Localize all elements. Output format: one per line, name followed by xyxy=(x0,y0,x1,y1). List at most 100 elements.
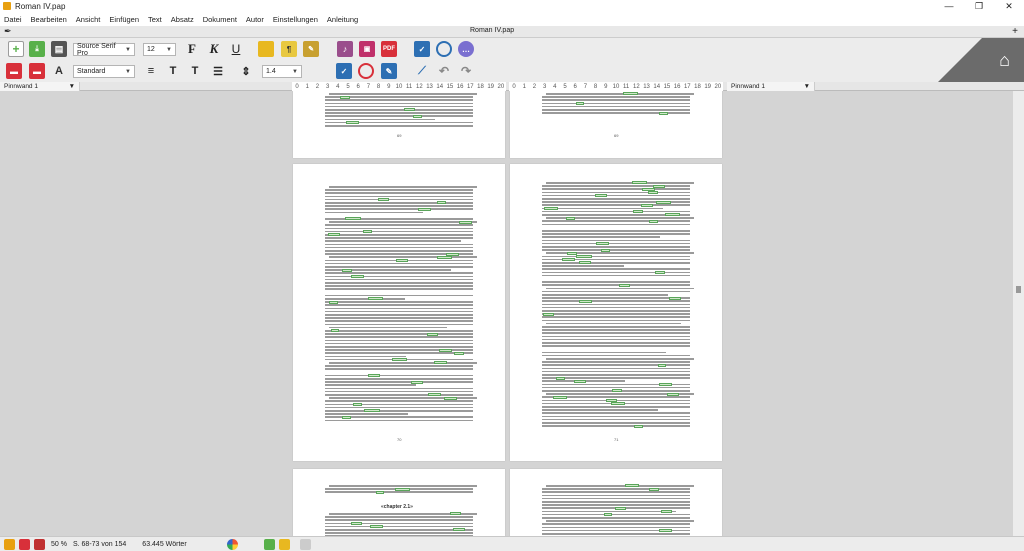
highlight-mark[interactable] xyxy=(562,258,576,262)
quill-icon[interactable]: ✒ xyxy=(4,26,12,37)
paragraph-style-select[interactable]: Standard ▼ xyxy=(73,65,135,78)
page-middle-left[interactable]: 70 xyxy=(293,164,505,461)
highlight-mark[interactable] xyxy=(542,312,555,316)
menu-einfuegen[interactable]: Einfügen xyxy=(109,15,139,24)
pinnwand-left[interactable]: Pinnwand 1 ▼ xyxy=(0,82,80,91)
music-note-icon[interactable]: ♪ xyxy=(337,41,353,57)
search-icon[interactable] xyxy=(436,41,452,57)
close-button[interactable]: ✕ xyxy=(994,0,1024,12)
align-icon[interactable]: ☰ xyxy=(210,63,226,79)
undo-icon[interactable]: ↶ xyxy=(436,63,452,79)
page-top-right[interactable]: 69 xyxy=(510,91,722,158)
document-status-icon[interactable] xyxy=(19,538,30,550)
highlight-mark[interactable] xyxy=(351,521,362,525)
highlight-mark[interactable] xyxy=(403,108,416,112)
highlight-mark[interactable] xyxy=(625,484,639,488)
vertical-scrollbar[interactable] xyxy=(1013,91,1024,536)
highlight-mark[interactable] xyxy=(434,361,448,365)
highlight-mark[interactable] xyxy=(328,233,340,237)
highlight-mark[interactable] xyxy=(573,379,586,383)
menu-autor[interactable]: Autor xyxy=(246,15,264,24)
highlight-mark[interactable] xyxy=(555,376,565,380)
highlight-mark[interactable] xyxy=(342,268,352,272)
line-spacing-select[interactable]: 1.4 ▼ xyxy=(262,65,302,78)
highlight-mark[interactable] xyxy=(649,219,659,223)
highlight-mark[interactable] xyxy=(427,332,438,336)
highlight-mark[interactable] xyxy=(614,506,627,510)
page-top-left[interactable]: 69 xyxy=(293,91,505,158)
folder-icon[interactable] xyxy=(258,41,274,57)
comment-icon[interactable]: ✎ xyxy=(303,41,319,57)
highlight-mark[interactable] xyxy=(439,348,452,352)
ruler-right[interactable]: 0 1 2 3 4 5 6 7 8 9 10 11 12 13 14 15 16 17 18 19 20 xyxy=(509,82,723,91)
font-size-select[interactable]: 12 ▼ xyxy=(143,43,176,56)
highlight-mark[interactable] xyxy=(578,261,592,265)
pdf-icon[interactable]: PDF xyxy=(381,41,397,57)
search-replace-icon[interactable]: ✓ xyxy=(414,41,430,57)
print-icon[interactable]: ▤ xyxy=(51,41,67,57)
zoom-icon[interactable] xyxy=(358,63,374,79)
ruler-tool-icon[interactable]: ⟋ xyxy=(414,63,430,79)
menu-dokument[interactable]: Dokument xyxy=(203,15,237,24)
highlight-mark[interactable] xyxy=(436,201,447,205)
highlight-mark[interactable] xyxy=(443,396,457,400)
text-style-icon[interactable]: A xyxy=(51,63,67,79)
highlight-mark[interactable] xyxy=(454,351,464,355)
menu-bearbeiten[interactable]: Bearbeiten xyxy=(31,15,67,24)
highlight-mark[interactable] xyxy=(601,248,611,252)
save-icon[interactable]: ▬ xyxy=(6,63,22,79)
highlight-mark[interactable] xyxy=(413,114,422,118)
highlight-mark[interactable] xyxy=(666,392,679,396)
highlight-mark[interactable] xyxy=(566,216,575,220)
highlight-mark[interactable] xyxy=(659,382,672,386)
highlight-mark[interactable] xyxy=(594,194,607,198)
highlight-mark[interactable] xyxy=(575,101,585,105)
highlight-mark[interactable] xyxy=(330,329,339,333)
highlight-mark[interactable] xyxy=(417,207,431,211)
highlight-mark[interactable] xyxy=(544,206,558,210)
highlight-mark[interactable] xyxy=(658,529,672,533)
highlight-mark[interactable] xyxy=(619,283,630,287)
menu-datei[interactable]: Datei xyxy=(4,15,22,24)
new-document-icon[interactable]: + xyxy=(8,41,24,57)
italic-button[interactable]: K xyxy=(206,41,222,57)
export-icon[interactable]: ▣ xyxy=(359,41,375,57)
format-brush-icon[interactable]: ¶ xyxy=(281,41,297,57)
page-middle-right[interactable]: 71 xyxy=(510,164,722,461)
chat-bubble-icon[interactable]: … xyxy=(458,41,474,57)
highlight-mark[interactable] xyxy=(552,395,567,399)
highlight-mark[interactable] xyxy=(459,220,472,224)
highlight-mark[interactable] xyxy=(427,393,442,397)
highlight-mark[interactable] xyxy=(377,198,390,202)
highlight-mark[interactable] xyxy=(660,509,673,513)
open-document-icon[interactable]: ⤓ xyxy=(29,41,45,57)
highlight-mark[interactable] xyxy=(391,358,407,362)
highlight-mark[interactable] xyxy=(363,409,380,413)
highlight-mark[interactable] xyxy=(595,242,610,246)
pinnwand-right[interactable]: Pinnwand 1 ▼ xyxy=(727,82,815,91)
highlight-mark[interactable] xyxy=(368,374,380,378)
menu-ansicht[interactable]: Ansicht xyxy=(76,15,101,24)
highlight-mark[interactable] xyxy=(612,389,623,393)
highlight-mark[interactable] xyxy=(634,424,643,428)
chart-icon[interactable] xyxy=(263,538,275,550)
ruler-left[interactable]: 0 1 2 3 4 5 6 7 8 9 10 11 12 13 14 15 16 17 18 19 20 xyxy=(292,82,506,91)
highlight-mark[interactable] xyxy=(640,203,653,207)
highlight-mark[interactable] xyxy=(396,258,409,262)
minimize-button[interactable]: — xyxy=(934,0,964,12)
menu-text[interactable]: Text xyxy=(148,15,162,24)
highlight-mark[interactable] xyxy=(623,92,639,96)
redo-icon[interactable]: ↷ xyxy=(458,63,474,79)
menu-anleitung[interactable]: Anleitung xyxy=(327,15,358,24)
subscript-icon[interactable]: T xyxy=(187,63,203,79)
style-check-icon[interactable]: ✓ xyxy=(336,63,352,79)
color-wheel-icon[interactable] xyxy=(226,538,238,550)
highlight-mark[interactable] xyxy=(346,121,359,125)
highlight-mark[interactable] xyxy=(341,415,351,419)
highlight-mark[interactable] xyxy=(395,487,410,491)
page-bottom-right[interactable] xyxy=(510,469,722,536)
pen-icon[interactable] xyxy=(278,538,290,550)
scrollbar-thumb[interactable] xyxy=(1016,286,1021,293)
menu-absatz[interactable]: Absatz xyxy=(171,15,194,24)
settings-icon[interactable] xyxy=(299,538,311,550)
